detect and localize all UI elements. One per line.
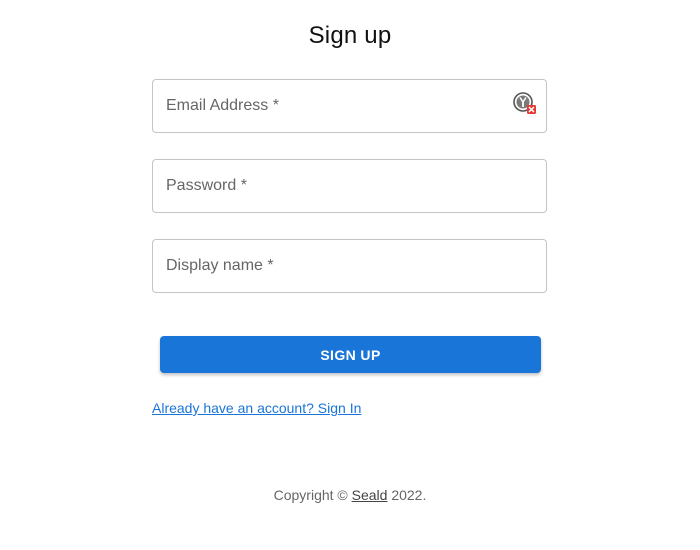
password-field[interactable]: Password * [152,159,547,213]
email-field[interactable]: Email Address * [152,79,547,133]
copyright-suffix: 2022. [387,487,427,503]
copyright-footer: Copyright © Seald 2022. [0,487,700,503]
sign-in-link[interactable]: Already have an account? Sign In [152,400,361,416]
display-name-field[interactable]: Display name * [152,239,547,293]
sign-up-button[interactable]: SIGN UP [160,336,541,373]
password-manager-icon[interactable] [513,92,537,116]
email-field-label: Email Address * [166,97,279,114]
display-name-field-label: Display name * [166,257,274,274]
password-field-label: Password * [166,177,247,194]
signup-page: Sign up Email Address * Password * Displ… [0,0,700,550]
brand-link[interactable]: Seald [352,487,388,503]
copyright-prefix: Copyright © [273,487,352,503]
page-title: Sign up [308,22,392,49]
